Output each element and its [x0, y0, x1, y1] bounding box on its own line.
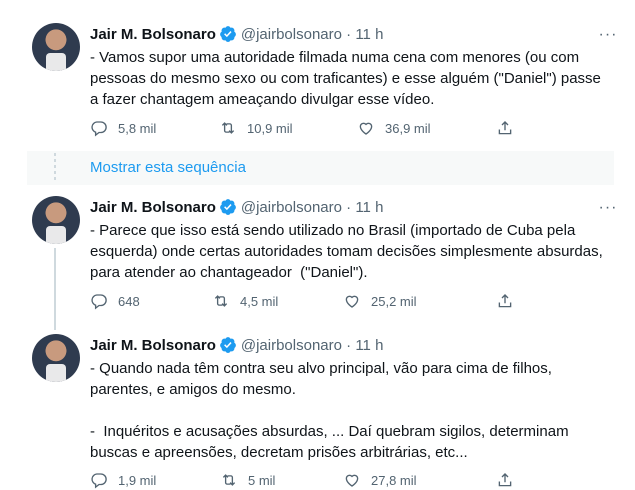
like-count: 27,8 mil: [371, 472, 417, 488]
tweet-actions: 5,8 mil 10,9 mil 36,9 mil: [90, 118, 530, 138]
reply-icon: [91, 294, 107, 310]
heart-icon: [359, 122, 373, 135]
tweet-text: - Parece que isso está sendo utilizado n…: [90, 222, 603, 281]
verified-badge-icon: [219, 199, 236, 215]
timestamp[interactable]: 11 h: [355, 199, 383, 216]
reply-icon: [91, 473, 107, 489]
retweet-count: 10,9 mil: [247, 120, 293, 136]
verified-badge-icon: [219, 26, 236, 42]
timeline: Jair M. Bolsonaro @jairbolsonaro · 11 h ·…: [0, 0, 635, 490]
retweet-count: 5 mil: [248, 472, 276, 488]
more-options-icon[interactable]: ···: [598, 25, 618, 45]
heart-icon: [345, 295, 359, 308]
author-handle[interactable]: @jairbolsonaro: [241, 337, 342, 354]
show-thread-link[interactable]: Mostrar esta sequência: [27, 151, 614, 185]
separator: ·: [346, 199, 352, 216]
retweet-count: 4,5 mil: [240, 293, 279, 309]
share-button[interactable]: [496, 470, 514, 490]
author-name[interactable]: Jair M. Bolsonaro: [90, 199, 216, 216]
more-options-icon[interactable]: ···: [598, 198, 618, 218]
retweet-icon: [214, 295, 228, 307]
heart-icon: [345, 474, 359, 487]
reply-count: 5,8 mil: [118, 120, 157, 136]
reply-icon: [91, 121, 107, 137]
reply-button[interactable]: 648: [90, 291, 140, 311]
share-button[interactable]: [496, 291, 514, 311]
timestamp[interactable]: 11 h: [355, 337, 383, 354]
tweet-header: Jair M. Bolsonaro @jairbolsonaro · 11 h: [90, 336, 383, 356]
retweet-button[interactable]: 10,9 mil: [219, 118, 293, 138]
separator: ·: [346, 26, 352, 43]
retweet-button[interactable]: 5 mil: [220, 470, 275, 490]
tweet-text: - Vamos supor uma autoridade filmada num…: [90, 49, 601, 108]
tweet[interactable]: Jair M. Bolsonaro @jairbolsonaro · 11 h ·…: [0, 185, 635, 330]
tweet-actions: 1,9 mil 5 mil 27,8 mil: [90, 470, 530, 490]
share-icon: [498, 473, 512, 487]
show-thread-label[interactable]: Mostrar esta sequência: [90, 158, 246, 178]
reply-count: 1,9 mil: [118, 472, 157, 488]
verified-badge-icon: [219, 337, 236, 353]
like-count: 36,9 mil: [385, 120, 431, 136]
like-button[interactable]: 27,8 mil: [343, 470, 417, 490]
author-handle[interactable]: @jairbolsonaro: [241, 26, 342, 43]
retweet-icon: [221, 122, 235, 134]
author-name[interactable]: Jair M. Bolsonaro: [90, 26, 216, 43]
share-icon: [498, 294, 512, 308]
reply-count: 648: [118, 293, 140, 309]
like-button[interactable]: 25,2 mil: [343, 291, 417, 311]
author-handle[interactable]: @jairbolsonaro: [241, 199, 342, 216]
tweet[interactable]: Jair M. Bolsonaro @jairbolsonaro · 11 h ·…: [0, 0, 635, 151]
avatar[interactable]: [32, 23, 80, 71]
thread-dots: [54, 153, 56, 183]
author-name[interactable]: Jair M. Bolsonaro: [90, 337, 216, 354]
avatar[interactable]: [32, 334, 80, 382]
reply-button[interactable]: 1,9 mil: [90, 470, 156, 490]
reply-button[interactable]: 5,8 mil: [90, 118, 156, 138]
share-icon: [498, 121, 512, 135]
tweet-header: Jair M. Bolsonaro @jairbolsonaro · 11 h: [90, 25, 383, 45]
retweet-icon: [222, 474, 236, 486]
tweet-header: Jair M. Bolsonaro @jairbolsonaro · 11 h: [90, 198, 383, 218]
like-button[interactable]: 36,9 mil: [357, 118, 431, 138]
separator: ·: [346, 337, 352, 354]
share-button[interactable]: [496, 118, 514, 138]
retweet-button[interactable]: 4,5 mil: [212, 291, 278, 311]
avatar[interactable]: [32, 196, 80, 244]
thread-connector: [54, 248, 56, 330]
like-count: 25,2 mil: [371, 293, 417, 309]
tweet-text: - Quando nada têm contra seu alvo princi…: [90, 360, 569, 461]
tweet-actions: 648 4,5 mil 25,2 mil: [90, 291, 530, 311]
timestamp[interactable]: 11 h: [355, 26, 383, 43]
tweet[interactable]: Jair M. Bolsonaro @jairbolsonaro · 11 h -…: [0, 330, 635, 490]
